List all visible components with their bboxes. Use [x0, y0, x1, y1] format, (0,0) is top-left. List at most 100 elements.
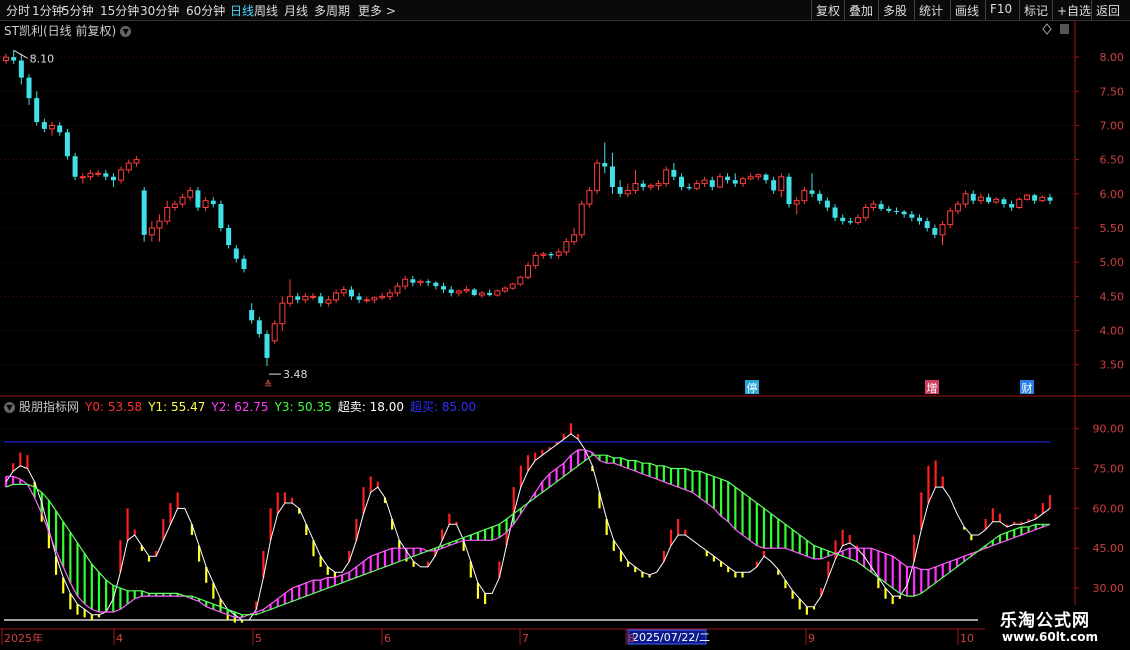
- candle-body: [279, 302, 286, 325]
- candle-body: [932, 228, 938, 235]
- toolbar-right-item-5[interactable]: F10: [990, 2, 1012, 16]
- toolbar-right-item-6[interactable]: 标记: [1024, 2, 1048, 19]
- indicator-value-0: Y0: 53.58: [85, 400, 143, 414]
- candle-body: [118, 169, 125, 181]
- indicator-y-tick-label: 90.00: [1093, 423, 1125, 436]
- toolbar-item-1[interactable]: 1分钟: [32, 2, 64, 19]
- candle-body: [701, 179, 708, 185]
- candle-body: [532, 254, 539, 267]
- candle-body: [847, 221, 853, 223]
- event-marker-1: 增: [927, 381, 938, 395]
- candle-body: [325, 299, 332, 304]
- main-y-tick-label: 3.50: [1100, 359, 1125, 372]
- main-y-tick-label: 6.00: [1100, 188, 1125, 201]
- candle-body: [655, 183, 662, 187]
- toolbar-item-3[interactable]: 15分钟: [100, 2, 139, 19]
- candle-body: [832, 207, 838, 218]
- candle-body: [249, 310, 255, 321]
- candle-body: [793, 200, 800, 205]
- toolbar-item-9[interactable]: 多周期: [314, 2, 350, 19]
- indicator-value-3: Y3: 50.35: [274, 400, 332, 414]
- candle-body: [555, 251, 562, 256]
- toolbar-right-item-1[interactable]: 叠加: [849, 2, 873, 19]
- scroll-handle-icon: [1060, 24, 1069, 34]
- candle-body: [1039, 196, 1046, 202]
- candle-body: [817, 193, 823, 201]
- candle-body: [594, 162, 601, 191]
- indicator-value-4: 超卖: 18.00: [337, 400, 404, 414]
- candle-body: [679, 176, 685, 187]
- toolbar-right-item-3[interactable]: 统计: [919, 2, 943, 19]
- main-y-tick-label: 4.00: [1100, 325, 1125, 338]
- candle-body: [463, 289, 470, 292]
- main-y-tick-label: 4.50: [1100, 290, 1125, 303]
- candle-body: [310, 295, 317, 298]
- double-up-arrow-icon: ≙: [264, 379, 272, 391]
- candle-body: [202, 200, 209, 209]
- chevron-down-icon[interactable]: ▼: [4, 402, 15, 413]
- toolbar-item-4[interactable]: 30分钟: [140, 2, 179, 19]
- toolbar-item-5[interactable]: 60分钟: [186, 2, 225, 19]
- toolbar-item-6[interactable]: 日线: [230, 2, 254, 19]
- candle-body: [295, 296, 301, 300]
- toolbar-right-item-8[interactable]: 返回: [1096, 2, 1120, 19]
- toolbar-right-item-7[interactable]: +自选: [1057, 2, 1091, 19]
- candle-body: [778, 176, 785, 191]
- x-axis-label: 8: [628, 632, 635, 645]
- candle-body: [340, 289, 347, 294]
- toolbar-item-0[interactable]: 分时: [6, 2, 30, 19]
- main-y-tick-label: 7.50: [1100, 85, 1125, 98]
- candle-body: [977, 196, 984, 202]
- indicator-title[interactable]: ▼ 股朋指标网 Y0: 53.58 Y1: 55.47 Y2: 62.75 Y3: 50.…: [4, 398, 482, 415]
- candle-body: [1047, 197, 1053, 201]
- candle-body: [954, 203, 961, 212]
- candle-body: [609, 166, 615, 187]
- candle-body: [141, 190, 147, 235]
- candle-body: [801, 189, 808, 202]
- candle-body: [148, 227, 155, 236]
- candle-body: [739, 178, 746, 185]
- candle-body: [947, 210, 954, 226]
- stock-chart[interactable]: 8.00 7.50 7.00 6.50 6.00 5.50 5.00 4.50 4.00 3.50…: [0, 21, 1130, 650]
- candle-body: [379, 295, 386, 299]
- candle-body: [525, 265, 531, 278]
- toolbar-item-10[interactable]: 更多 >: [358, 2, 396, 19]
- candle-body: [3, 56, 9, 62]
- candle-body: [455, 290, 462, 294]
- candle-body: [386, 292, 393, 297]
- candle-body: [402, 278, 409, 287]
- candle-body: [586, 189, 593, 205]
- indicator-y-tick-label: 75.00: [1093, 462, 1125, 475]
- candle-body: [540, 253, 547, 256]
- toolbar-separator: [1091, 0, 1092, 20]
- main-y-tick-label: 8.00: [1100, 51, 1125, 64]
- candle-body: [725, 176, 731, 181]
- chevron-down-icon[interactable]: ▼: [120, 26, 132, 37]
- high-label: 8.10: [30, 52, 54, 65]
- candle-body: [1001, 199, 1007, 205]
- candle-body: [1023, 194, 1030, 200]
- x-axis-label: 9: [808, 632, 815, 645]
- candle-body: [371, 297, 378, 301]
- candle-body: [709, 180, 715, 187]
- candle-body: [970, 193, 976, 201]
- toolbar-separator: [878, 0, 879, 20]
- candle-body: [156, 220, 163, 229]
- main-chart-title[interactable]: ST凯利(日线 前复权) ▼: [4, 22, 132, 39]
- toolbar-item-8[interactable]: 月线: [284, 2, 308, 19]
- candle-body: [125, 162, 132, 171]
- candle-body: [663, 169, 670, 185]
- main-y-tick-label: 7.00: [1100, 119, 1125, 132]
- toolbar-right-item-2[interactable]: 多股: [883, 2, 907, 19]
- candle-body: [578, 203, 585, 236]
- indicator-value-5: 超买: 85.00: [409, 400, 477, 414]
- toolbar-item-2[interactable]: 5分钟: [62, 2, 94, 19]
- toolbar-right-item-4[interactable]: 画线: [955, 2, 979, 19]
- candle-body: [786, 176, 792, 205]
- toolbar-item-7[interactable]: 周线: [254, 2, 278, 19]
- x-axis-label: 5: [255, 632, 262, 645]
- indicator-name: 股朋指标网: [19, 400, 80, 414]
- candle-body: [893, 210, 899, 212]
- candle-body: [602, 163, 608, 167]
- toolbar-right-item-0[interactable]: 复权: [816, 2, 840, 19]
